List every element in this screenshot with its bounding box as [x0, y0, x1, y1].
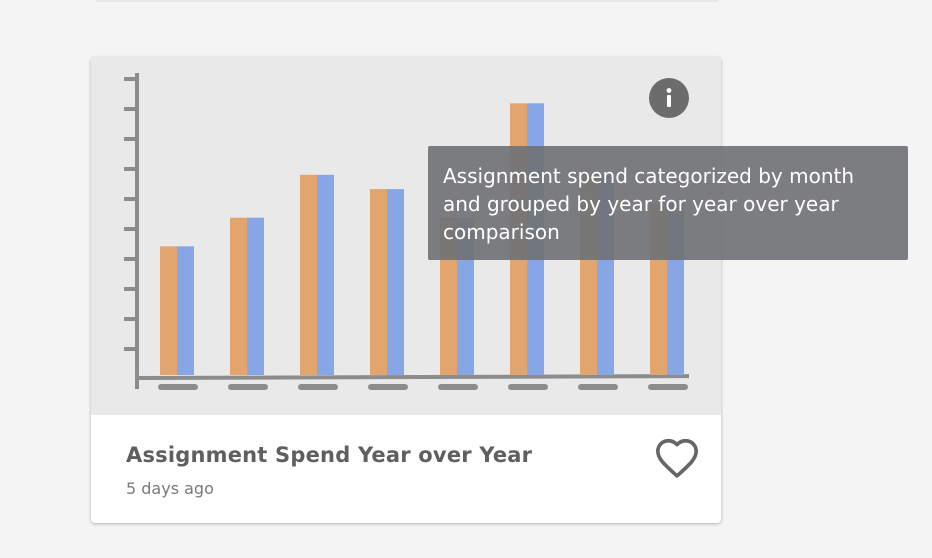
y-tick [124, 197, 135, 201]
y-tick [124, 107, 135, 111]
y-tick [124, 317, 135, 321]
x-tick-label-placeholder [438, 384, 478, 390]
bar-series-1 [230, 217, 247, 375]
card-title[interactable]: Assignment Spend Year over Year [126, 443, 532, 467]
x-tick-label-placeholder [578, 384, 618, 390]
bar-series-2 [317, 174, 334, 375]
dashboard-page: Assignment Spend Year over Year 5 days a… [0, 0, 932, 558]
card-footer: Assignment Spend Year over Year 5 days a… [91, 415, 721, 523]
y-tick [124, 227, 135, 231]
x-tick-label-placeholder [368, 384, 408, 390]
info-icon [666, 88, 672, 107]
x-tick-label-placeholder [648, 384, 688, 390]
y-tick [124, 257, 135, 261]
favorite-button[interactable] [654, 435, 700, 481]
y-tick [124, 287, 135, 291]
previous-card-edge [96, 0, 718, 2]
bar-series-2 [247, 217, 264, 375]
card-timestamp: 5 days ago [126, 479, 214, 498]
y-tick [124, 77, 135, 81]
bar-series-1 [160, 246, 177, 375]
bar-series-1 [370, 189, 387, 375]
bar-series-2 [177, 246, 194, 375]
x-tick-label-placeholder [228, 384, 268, 390]
report-card[interactable]: Assignment Spend Year over Year 5 days a… [91, 57, 721, 523]
info-tooltip: Assignment spend categorized by month an… [428, 146, 908, 260]
x-tick-label-placeholder [158, 384, 198, 390]
y-tick [124, 167, 135, 171]
y-tick [124, 137, 135, 141]
x-tick-label-placeholder [508, 384, 548, 390]
heart-outline-icon [656, 438, 698, 478]
y-axis [135, 73, 139, 389]
bar-series-2 [387, 189, 404, 375]
x-tick-label-placeholder [298, 384, 338, 390]
info-button[interactable] [649, 78, 689, 118]
y-tick [124, 347, 135, 351]
bar-series-1 [300, 174, 317, 375]
